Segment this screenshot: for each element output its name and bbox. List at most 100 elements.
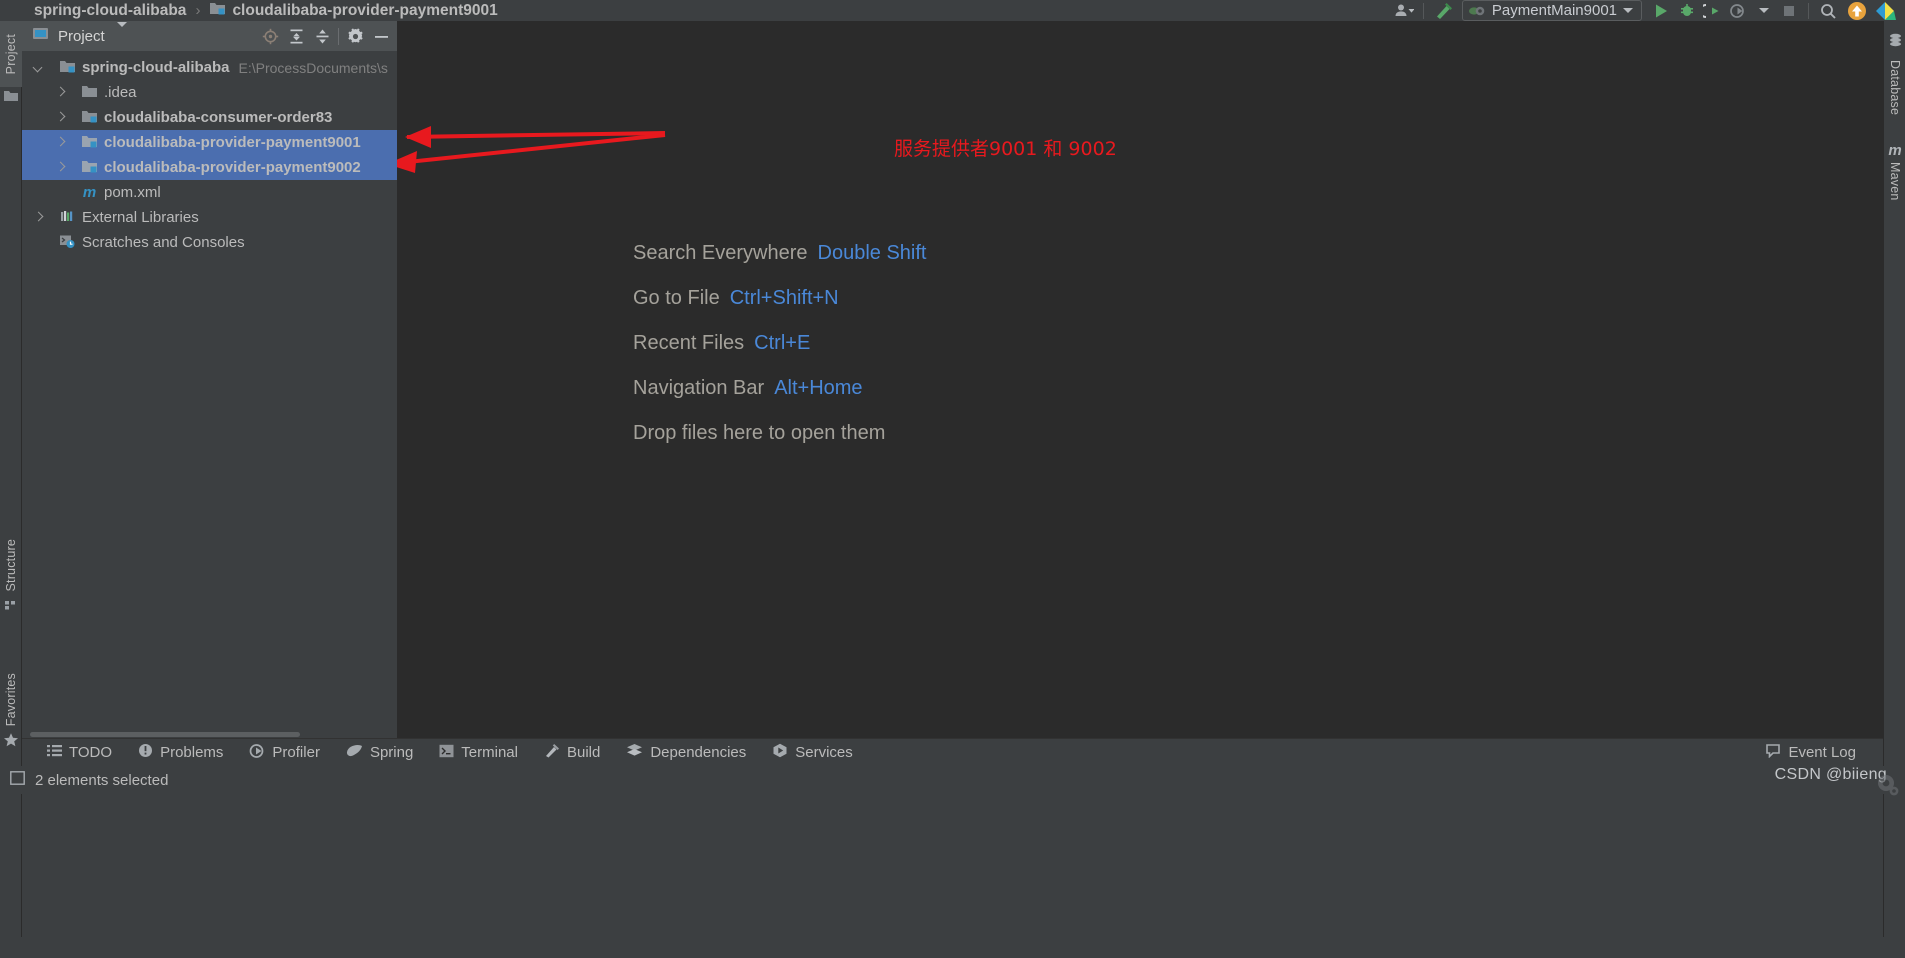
spring-leaf-icon	[346, 744, 363, 762]
hint-shortcut-label: Double Shift	[817, 242, 927, 264]
hint-action-label: Navigation Bar	[633, 377, 765, 399]
tree-row-cloudalibaba-provider-payment9002[interactable]: cloudalibaba-provider-payment9002	[22, 155, 397, 180]
tree-row-path: E:\ProcessDocuments\s	[238, 59, 388, 76]
run-dropdown-button[interactable]	[1752, 0, 1776, 21]
chevron-down-icon[interactable]	[1623, 8, 1633, 13]
tree-row-label: cloudalibaba-provider-payment9001	[104, 134, 361, 151]
project-folder-icon	[3, 89, 19, 108]
profile-button[interactable]	[1726, 0, 1752, 21]
tool-button-services[interactable]: Services	[759, 739, 866, 767]
user-account-button[interactable]	[1391, 0, 1417, 21]
tool-button-label: Dependencies	[650, 744, 747, 761]
maven-m-icon: m	[1888, 142, 1902, 159]
tree-row-scratches-and-consoles[interactable]: Scratches and Consoles	[22, 230, 397, 255]
toolbar-actions: PaymentMain9001	[1391, 0, 1905, 21]
watermark-gear-icon	[1873, 772, 1899, 801]
chevron-right-icon[interactable]	[54, 86, 67, 99]
breadcrumb-separator: ›	[195, 2, 201, 19]
bug-icon	[1681, 3, 1693, 16]
tool-button-profiler[interactable]: Profiler	[236, 739, 333, 767]
tool-button-spring[interactable]: Spring	[333, 739, 426, 767]
up-arrow-icon	[1848, 1, 1866, 20]
tree-row-cloudalibaba-consumer-order83[interactable]: cloudalibaba-consumer-order83	[22, 105, 397, 130]
sidebar-item-favorites[interactable]: Favorites	[0, 673, 22, 753]
chevron-right-icon[interactable]	[54, 161, 67, 174]
hammer-icon	[544, 743, 560, 762]
run-config-icon	[1468, 6, 1485, 15]
tree-row-label: spring-cloud-alibaba	[82, 59, 230, 76]
module-icon	[59, 59, 76, 76]
sidebar-item-project[interactable]: Project	[0, 21, 22, 87]
toolbar-divider	[1422, 2, 1424, 19]
tool-button-label: Event Log	[1788, 744, 1856, 761]
sidebar-item-maven[interactable]: m Maven	[1884, 143, 1905, 201]
project-tree[interactable]: spring-cloud-alibaba E:\ProcessDocuments…	[22, 51, 397, 738]
hide-panel-icon[interactable]	[371, 26, 391, 46]
scrollbar-thumb[interactable]	[30, 732, 300, 737]
gear-icon[interactable]	[345, 26, 365, 46]
balloon-icon	[1765, 743, 1781, 762]
maven-pom-icon: m	[82, 184, 97, 201]
debug-button[interactable]	[1674, 0, 1700, 21]
bottom-tool-window-bar: TODO Problems Profiler Spring Terminal B…	[22, 738, 1883, 766]
sidebar-item-label: Maven	[1888, 162, 1902, 201]
tree-row-idea[interactable]: .idea	[22, 80, 397, 105]
tool-button-terminal[interactable]: Terminal	[426, 739, 531, 767]
editor-hints: Search Everywhere Double Shift Go to File…	[633, 243, 927, 443]
run-with-coverage-button[interactable]	[1700, 0, 1726, 21]
tool-button-event-log[interactable]: Event Log	[1752, 739, 1869, 767]
chevron-right-icon[interactable]	[32, 211, 45, 224]
breadcrumb-item-project[interactable]: spring-cloud-alibaba	[34, 3, 186, 19]
tool-button-label: Profiler	[272, 744, 320, 761]
sidebar-item-label: Structure	[4, 539, 18, 592]
structure-icon	[4, 598, 18, 616]
locate-file-icon[interactable]	[260, 26, 280, 46]
tool-button-todo[interactable]: TODO	[34, 739, 125, 767]
status-bar: 2 elements selected	[0, 766, 1905, 794]
tool-button-build[interactable]: Build	[531, 739, 613, 767]
hint-action-label: Go to File	[633, 287, 720, 309]
project-panel-title: Project	[58, 27, 105, 45]
project-horizontal-scrollbar[interactable]	[22, 731, 397, 738]
build-hammer-button[interactable]	[1430, 0, 1456, 21]
hint-go-to-file: Go to File Ctrl+Shift+N	[633, 288, 927, 308]
database-icon	[1888, 33, 1903, 54]
chevron-down-icon[interactable]	[32, 61, 45, 74]
coverage-icon	[1703, 3, 1719, 18]
tree-row-spring-cloud-alibaba[interactable]: spring-cloud-alibaba E:\ProcessDocuments…	[22, 55, 397, 80]
chevron-down-icon[interactable]	[1759, 8, 1769, 13]
tool-button-label: TODO	[69, 744, 113, 761]
sidebar-item-database[interactable]: Database	[1884, 33, 1905, 115]
tool-button-problems[interactable]: Problems	[125, 739, 236, 767]
update-project-button[interactable]	[1843, 0, 1871, 21]
tool-button-dependencies[interactable]: Dependencies	[613, 739, 759, 767]
sidebar-item-structure[interactable]: Structure	[0, 539, 22, 616]
stop-button[interactable]	[1776, 0, 1802, 21]
chevron-down-icon[interactable]	[116, 22, 127, 45]
expand-all-icon[interactable]	[286, 26, 306, 46]
collapse-all-icon[interactable]	[312, 26, 332, 46]
tree-row-cloudalibaba-provider-payment9001[interactable]: cloudalibaba-provider-payment9001	[22, 130, 397, 155]
search-button[interactable]	[1815, 0, 1843, 21]
project-view-icon	[32, 26, 49, 46]
header-divider	[338, 27, 339, 45]
hint-recent-files: Recent Files Ctrl+E	[633, 333, 927, 353]
libraries-icon	[59, 209, 76, 226]
tree-row-pom-xml[interactable]: m pom.xml	[22, 180, 397, 205]
hint-navigation-bar: Navigation Bar Alt+Home	[633, 378, 927, 398]
chevron-right-icon[interactable]	[54, 136, 67, 149]
hint-drop-files: Drop files here to open them	[633, 423, 927, 443]
run-configuration-selector[interactable]: PaymentMain9001	[1461, 0, 1642, 21]
module-icon	[209, 1, 226, 21]
tree-row-external-libraries[interactable]: External Libraries	[22, 205, 397, 230]
sidebar-item-label: Database	[1888, 60, 1902, 116]
chevron-right-icon[interactable]	[54, 111, 67, 124]
project-panel-actions	[260, 26, 391, 46]
hint-shortcut-label: Alt+Home	[774, 377, 863, 399]
breadcrumb-item-module[interactable]: cloudalibaba-provider-payment9001	[209, 1, 498, 21]
tree-row-label: External Libraries	[82, 209, 199, 226]
folder-icon	[81, 84, 98, 101]
run-button[interactable]	[1648, 0, 1674, 21]
editor-empty-area[interactable]: Search Everywhere Double Shift Go to File…	[397, 21, 1883, 738]
stop-icon	[1784, 5, 1794, 16]
